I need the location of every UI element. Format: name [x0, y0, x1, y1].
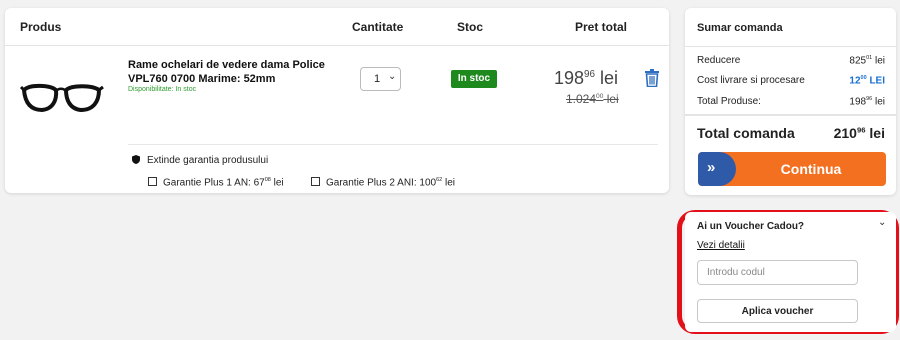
warranty-price-integer: 67: [253, 177, 265, 189]
total-currency: lei: [869, 125, 885, 141]
value-integer: 12: [849, 75, 861, 87]
trash-icon[interactable]: [644, 69, 660, 87]
details-link[interactable]: Vezi detalii: [697, 240, 745, 251]
header-product: Produs: [20, 20, 62, 34]
old-price-currency: lei: [606, 92, 619, 106]
voucher-title[interactable]: Ai un Voucher Cadou?: [697, 221, 804, 232]
order-total-label: Total comanda: [697, 125, 795, 141]
chevron-down-icon: ⌄: [388, 71, 397, 82]
availability-text: Disponibilitate: In stoc: [128, 86, 197, 93]
summary-row-value: 82501 lei: [849, 55, 885, 66]
double-chevron-right-icon: »: [707, 159, 716, 176]
price-integer: 198: [554, 68, 585, 88]
summary-title: Sumar comanda: [697, 22, 783, 34]
shield-icon: [132, 155, 140, 164]
old-price-integer: 1.024: [566, 92, 597, 106]
price-currency: lei: [600, 68, 619, 88]
summary-row-value: 19896 lei: [849, 96, 885, 107]
header-total-price: Pret total: [575, 20, 628, 34]
total-integer: 210: [833, 125, 857, 141]
value-integer: 198: [849, 96, 867, 108]
warranty-label: Garantie Plus 2 ANI:: [326, 177, 417, 189]
value-currency: LEI: [869, 75, 885, 87]
old-price: 1.02400 lei: [566, 92, 619, 106]
chevron-down-icon[interactable]: ⌄: [878, 217, 886, 228]
warranty-checkbox[interactable]: [148, 177, 157, 187]
summary-row-label: Total Produse:: [697, 96, 761, 107]
summary-row-label: Cost livrare si procesare: [697, 75, 805, 86]
quantity-select[interactable]: 1 ⌄: [360, 67, 401, 91]
summary-row-label: Reducere: [697, 55, 741, 66]
value-currency: lei: [874, 96, 885, 108]
value-currency: lei: [874, 55, 885, 67]
value-decimals: 00: [860, 75, 867, 81]
warranty-price-integer: 100: [419, 177, 437, 189]
warranty-checkbox[interactable]: [311, 177, 320, 187]
value-decimals: 96: [866, 96, 873, 102]
header-quantity: Cantitate: [352, 20, 404, 34]
divider: [685, 114, 896, 116]
warranty-option-1[interactable]: Garantie Plus 1 AN: 6708 lei: [148, 177, 284, 188]
warranty-title-text: Extinde garantia produsului: [147, 155, 269, 166]
cart-header: Produs Cantitate Stoc Pret total: [5, 8, 669, 46]
item-price: 19896 lei: [554, 68, 618, 89]
summary-row-shipping: Cost livrare si procesare 1200 LEI: [697, 75, 885, 86]
voucher-panel: Ai un Voucher Cadou? ⌄ Vezi detalii Apli…: [685, 212, 896, 332]
total-decimals: 96: [856, 125, 866, 135]
old-price-decimals: 00: [596, 93, 604, 100]
continue-label: Continua: [780, 161, 842, 177]
warranty-currency: lei: [273, 177, 284, 189]
glasses-icon[interactable]: [20, 76, 104, 118]
warranty-label: Garantie Plus 1 AN:: [163, 177, 251, 189]
order-total: Total comanda 21096 lei: [697, 125, 885, 141]
quantity-value: 1: [374, 73, 381, 85]
summary-row-products-total: Total Produse: 19896 lei: [697, 96, 885, 107]
value-integer: 825: [849, 55, 867, 67]
warranty-title: Extinde garantia produsului: [132, 155, 268, 166]
product-name[interactable]: Rame ochelari de vedere dama Police VPL7…: [128, 58, 343, 86]
apply-voucher-button[interactable]: Aplica voucher: [697, 299, 858, 323]
warranty-price-decimals: 62: [436, 177, 443, 183]
summary-row-value: 1200 LEI: [849, 75, 885, 86]
divider: [685, 46, 896, 47]
divider: [128, 144, 658, 145]
header-stock: Stoc: [457, 20, 484, 34]
price-decimals: 96: [584, 69, 596, 80]
stock-badge: In stoc: [451, 70, 497, 88]
continue-button[interactable]: » Continua: [698, 152, 886, 186]
warranty-currency: lei: [444, 177, 455, 189]
voucher-code-input[interactable]: [697, 260, 858, 285]
warranty-price-decimals: 08: [264, 177, 271, 183]
arrow-box: »: [698, 152, 736, 186]
value-decimals: 01: [866, 55, 873, 61]
order-total-value: 21096 lei: [834, 125, 885, 141]
warranty-option-2[interactable]: Garantie Plus 2 ANI: 10062 lei: [311, 177, 455, 188]
summary-row-discount: Reducere 82501 lei: [697, 55, 885, 66]
cart-panel: Produs Cantitate Stoc Pret total Rame oc…: [5, 8, 669, 193]
